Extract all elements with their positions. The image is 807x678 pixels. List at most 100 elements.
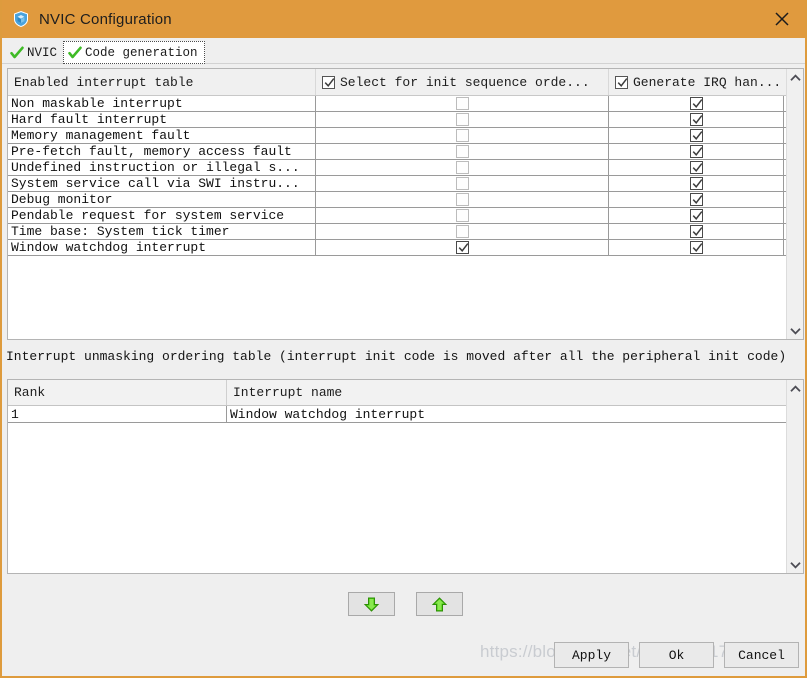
scroll-down-icon[interactable] bbox=[787, 322, 803, 339]
generate-irq-handler-checkbox[interactable] bbox=[689, 177, 703, 190]
shield-cube-icon bbox=[14, 11, 28, 27]
cell-select-for-init-sequence[interactable] bbox=[316, 144, 609, 159]
column-header-select-for-init-sequence[interactable]: Select for init sequence orde... bbox=[316, 69, 609, 95]
nvic-configuration-window: NVIC Configuration NVIC Code generation … bbox=[0, 0, 807, 678]
select-init-order-checkbox bbox=[455, 193, 469, 206]
check-icon bbox=[458, 243, 468, 252]
interrupt-table-body: Non maskable interrupt Hard fault interru… bbox=[8, 96, 803, 256]
tab-strip: NVIC Code generation bbox=[2, 38, 805, 64]
cell-interrupt-name: Pre-fetch fault, memory access fault bbox=[8, 144, 316, 159]
select-init-order-checkbox bbox=[455, 145, 469, 158]
check-icon bbox=[692, 243, 702, 252]
select-init-order-checkbox bbox=[455, 209, 469, 222]
check-icon bbox=[324, 77, 335, 87]
check-icon bbox=[692, 163, 702, 172]
cell-interrupt-name: Window watchdog interrupt bbox=[230, 407, 426, 422]
generate-irq-handler-checkbox[interactable] bbox=[689, 97, 703, 110]
select-all-irq-handler-checkbox[interactable] bbox=[615, 75, 628, 89]
table-row[interactable]: Pre-fetch fault, memory access fault bbox=[8, 144, 803, 160]
tab-nvic[interactable]: NVIC bbox=[6, 41, 64, 64]
close-button[interactable] bbox=[759, 0, 805, 38]
table-row[interactable]: 1 Window watchdog interrupt bbox=[8, 406, 803, 423]
move-down-button[interactable] bbox=[348, 592, 395, 616]
cell-select-for-init-sequence[interactable] bbox=[316, 160, 609, 175]
column-header-interrupt-name[interactable]: Interrupt name bbox=[227, 380, 803, 405]
apply-button[interactable]: Apply bbox=[554, 642, 629, 668]
cell-interrupt-name: Window watchdog interrupt bbox=[8, 240, 316, 255]
generate-irq-handler-checkbox[interactable] bbox=[689, 209, 703, 222]
title-bar: NVIC Configuration bbox=[2, 0, 805, 38]
green-check-icon bbox=[10, 46, 24, 58]
ordering-table-header: Rank Interrupt name bbox=[8, 380, 803, 406]
check-icon bbox=[692, 227, 702, 236]
tab-nvic-label: NVIC bbox=[27, 45, 58, 60]
select-init-order-checkbox bbox=[455, 97, 469, 110]
cell-generate-irq-handler[interactable] bbox=[609, 160, 784, 175]
ordering-table-caption: Interrupt unmasking ordering table (inte… bbox=[6, 349, 787, 364]
generate-irq-handler-checkbox[interactable] bbox=[689, 193, 703, 206]
cell-generate-irq-handler[interactable] bbox=[609, 176, 784, 191]
table-row[interactable]: Non maskable interrupt bbox=[8, 96, 803, 112]
generate-irq-handler-checkbox[interactable] bbox=[689, 113, 703, 126]
generate-irq-handler-checkbox[interactable] bbox=[689, 129, 703, 142]
cell-interrupt-name: System service call via SWI instru... bbox=[8, 176, 316, 191]
cell-generate-irq-handler[interactable] bbox=[609, 224, 784, 239]
select-all-init-order-checkbox[interactable] bbox=[322, 75, 335, 89]
cell-interrupt-name: Hard fault interrupt bbox=[8, 112, 316, 127]
column-header-rank[interactable]: Rank bbox=[8, 380, 227, 405]
ordering-table-body: 1 Window watchdog interrupt bbox=[8, 406, 803, 423]
cell-select-for-init-sequence[interactable] bbox=[316, 192, 609, 207]
ok-button[interactable]: Ok bbox=[639, 642, 714, 668]
generate-irq-handler-checkbox[interactable] bbox=[689, 241, 703, 254]
cell-rank: 1 bbox=[8, 406, 227, 422]
cell-select-for-init-sequence[interactable] bbox=[316, 112, 609, 127]
table-row[interactable]: Time base: System tick timer bbox=[8, 224, 803, 240]
dialog-footer: Apply Ok Cancel bbox=[554, 642, 799, 668]
tab-code-generation-label: Code generation bbox=[85, 45, 198, 60]
cell-select-for-init-sequence[interactable] bbox=[316, 208, 609, 223]
generate-irq-handler-checkbox[interactable] bbox=[689, 225, 703, 238]
table-row[interactable]: Pendable request for system service bbox=[8, 208, 803, 224]
cell-interrupt-name: Pendable request for system service bbox=[8, 208, 316, 223]
cell-select-for-init-sequence[interactable] bbox=[316, 240, 609, 255]
cell-generate-irq-handler[interactable] bbox=[609, 112, 784, 127]
tab-code-generation[interactable]: Code generation bbox=[63, 41, 205, 64]
move-buttons-row bbox=[2, 592, 805, 616]
cell-generate-irq-handler[interactable] bbox=[609, 208, 784, 223]
ordering-table-panel: Rank Interrupt name 1 Window watchdog int… bbox=[7, 379, 804, 574]
interrupt-table-scrollbar[interactable] bbox=[786, 69, 803, 339]
cell-generate-irq-handler[interactable] bbox=[609, 240, 784, 255]
generate-irq-handler-checkbox[interactable] bbox=[689, 161, 703, 174]
cell-generate-irq-handler[interactable] bbox=[609, 96, 784, 111]
table-row[interactable]: Debug monitor bbox=[8, 192, 803, 208]
cell-generate-irq-handler[interactable] bbox=[609, 192, 784, 207]
column-header-label: Generate IRQ han... bbox=[633, 74, 782, 90]
cell-generate-irq-handler[interactable] bbox=[609, 128, 784, 143]
column-header-generate-irq-handler[interactable]: Generate IRQ han... bbox=[609, 69, 803, 95]
cell-select-for-init-sequence[interactable] bbox=[316, 128, 609, 143]
column-header-label: Rank bbox=[14, 385, 46, 400]
move-up-button[interactable] bbox=[416, 592, 463, 616]
scroll-up-icon[interactable] bbox=[787, 69, 803, 86]
table-row[interactable]: Memory management fault bbox=[8, 128, 803, 144]
cell-select-for-init-sequence[interactable] bbox=[316, 96, 609, 111]
cell-select-for-init-sequence[interactable] bbox=[316, 224, 609, 239]
cancel-button[interactable]: Cancel bbox=[724, 642, 799, 668]
table-row[interactable]: Hard fault interrupt bbox=[8, 112, 803, 128]
generate-irq-handler-checkbox[interactable] bbox=[689, 145, 703, 158]
ordering-table-scrollbar[interactable] bbox=[786, 380, 803, 573]
table-row[interactable]: System service call via SWI instru... bbox=[8, 176, 803, 192]
table-row[interactable]: Undefined instruction or illegal s... bbox=[8, 160, 803, 176]
select-init-order-checkbox bbox=[455, 129, 469, 142]
scroll-down-icon[interactable] bbox=[787, 556, 803, 573]
table-row[interactable]: Window watchdog interrupt bbox=[8, 240, 803, 256]
cell-select-for-init-sequence[interactable] bbox=[316, 176, 609, 191]
check-icon bbox=[692, 195, 702, 204]
select-init-order-checkbox[interactable] bbox=[455, 241, 469, 254]
column-header-enabled-interrupt-table[interactable]: Enabled interrupt table bbox=[8, 69, 316, 95]
scroll-up-icon[interactable] bbox=[787, 380, 803, 397]
cell-generate-irq-handler[interactable] bbox=[609, 144, 784, 159]
cell-interrupt-name: Debug monitor bbox=[8, 192, 316, 207]
check-icon bbox=[692, 131, 702, 140]
column-header-label: Select for init sequence orde... bbox=[340, 74, 590, 90]
